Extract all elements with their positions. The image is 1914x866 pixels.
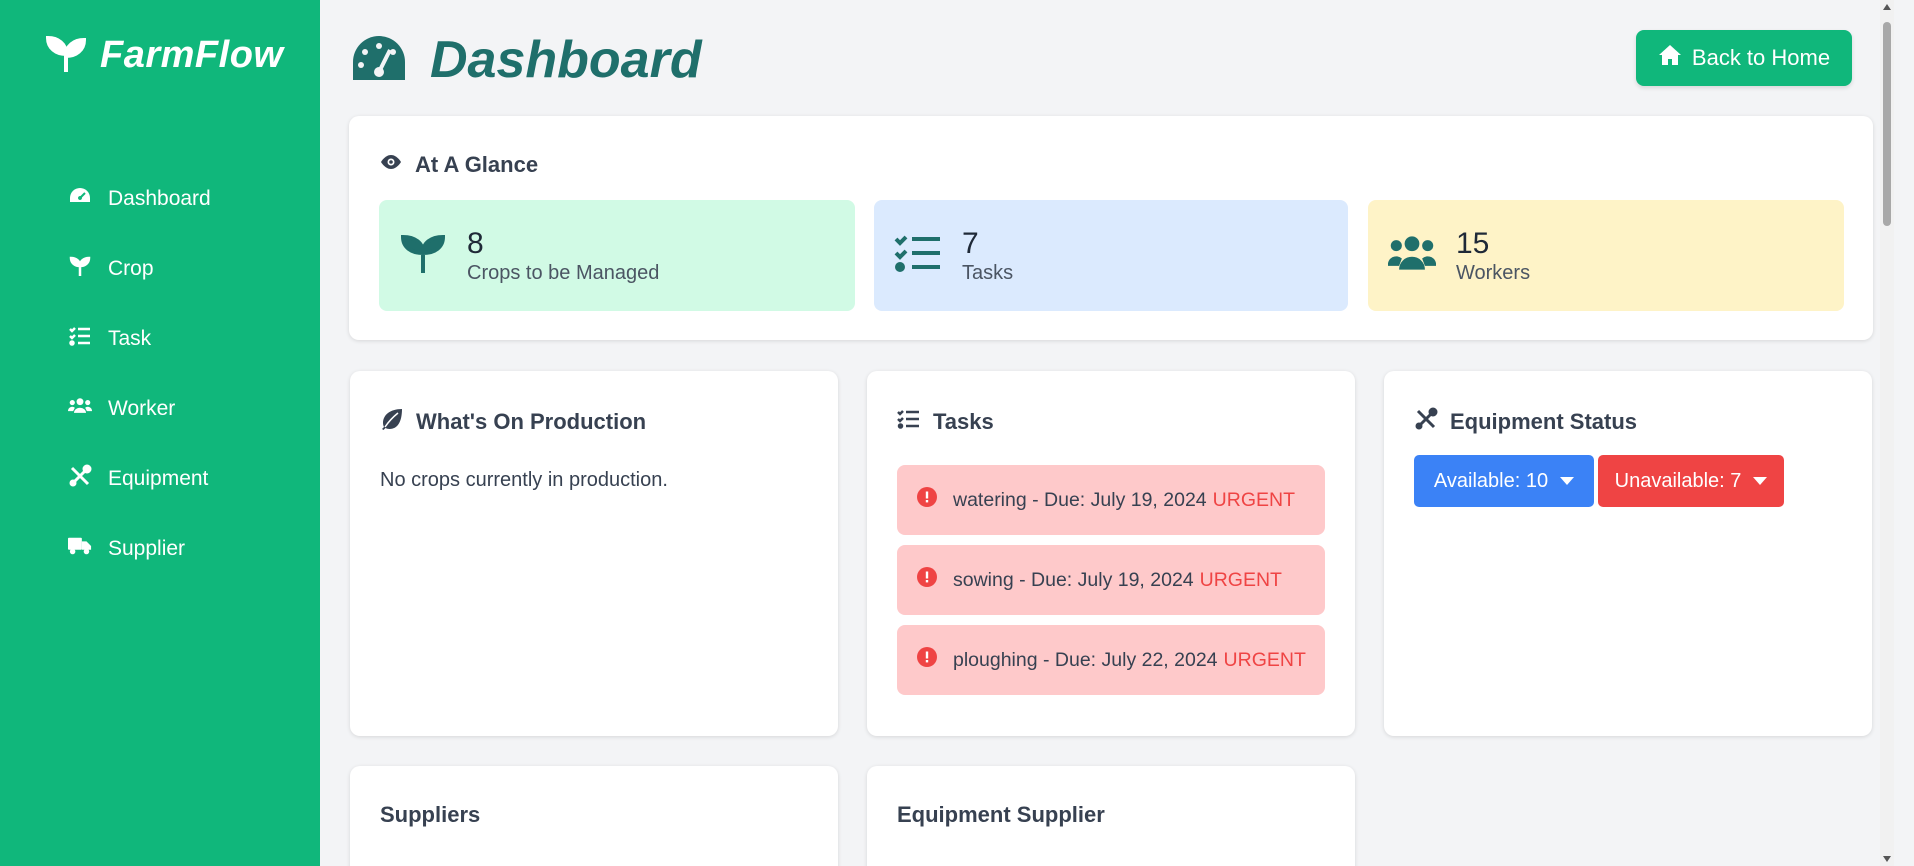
task-item[interactable]: watering - Due: July 19, 2024 URGENT	[897, 465, 1325, 535]
sidebar-item-dashboard[interactable]: Dashboard	[68, 164, 211, 234]
urgent-badge: URGENT	[1212, 488, 1295, 511]
at-a-glance-label: At A Glance	[415, 152, 539, 177]
available-label: Available: 10	[1433, 469, 1549, 492]
brand-name: FarmFlow	[100, 34, 284, 76]
users-icon	[1387, 229, 1456, 282]
list-check-icon	[897, 407, 921, 437]
production-title: What's On Production	[380, 407, 646, 437]
stat-value: 8	[467, 227, 484, 260]
back-to-home-label: Back to Home	[1691, 45, 1831, 70]
stat-value: 15	[1456, 227, 1490, 260]
seedling-icon	[399, 229, 467, 282]
tools-icon	[1414, 407, 1438, 437]
tasks-card: Tasks watering - Due: July 19, 2024 URGE…	[867, 371, 1355, 736]
brand[interactable]: FarmFlow	[45, 34, 284, 77]
suppliers-title: Suppliers	[380, 802, 481, 827]
task-item[interactable]: ploughing - Due: July 22, 2024 URGENT	[897, 625, 1325, 695]
equipment-supplier-title: Equipment Supplier	[897, 802, 1105, 827]
main-content: Dashboard Back to Home At A Glance 8 Cro…	[320, 0, 1894, 866]
users-icon	[68, 394, 108, 424]
equipment-status-label: Equipment Status	[1450, 409, 1638, 434]
leaf-icon	[380, 407, 404, 437]
sidebar: FarmFlow Dashboard Crop Task Worker Equi…	[0, 0, 320, 866]
tasks-label: Tasks	[933, 409, 994, 434]
seedling-icon	[45, 34, 87, 77]
at-a-glance-title: At A Glance	[379, 150, 538, 180]
production-label: What's On Production	[416, 409, 647, 434]
tasks-title: Tasks	[897, 407, 994, 437]
sidebar-item-label: Dashboard	[108, 187, 211, 210]
home-icon	[1658, 43, 1682, 73]
equipment-status-title: Equipment Status	[1414, 407, 1637, 437]
task-text: ploughing - Due: July 22, 2024	[953, 648, 1218, 671]
task-text: sowing - Due: July 19, 2024	[953, 568, 1194, 591]
urgent-badge: URGENT	[1223, 648, 1306, 671]
sidebar-item-equipment[interactable]: Equipment	[68, 444, 211, 514]
stat-tasks[interactable]: 7 Tasks	[874, 200, 1348, 311]
page-title: Dashboard	[430, 31, 702, 89]
back-to-home-button[interactable]: Back to Home	[1636, 30, 1852, 86]
sidebar-item-label: Task	[108, 327, 152, 350]
sidebar-nav: Dashboard Crop Task Worker Equipment Sup…	[68, 164, 211, 584]
gauge-icon	[350, 32, 408, 89]
eye-icon	[379, 150, 403, 180]
truck-icon	[68, 534, 108, 564]
sidebar-item-label: Crop	[108, 257, 154, 280]
available-dropdown[interactable]: Available: 10	[1414, 455, 1594, 507]
alert-circle-icon	[917, 647, 953, 673]
stat-crops[interactable]: 8 Crops to be Managed	[379, 200, 855, 311]
sidebar-item-label: Equipment	[108, 467, 209, 490]
scroll-up-icon[interactable]	[1883, 4, 1891, 10]
stat-value: 7	[962, 227, 979, 260]
seedling-icon	[68, 254, 108, 284]
urgent-badge: URGENT	[1199, 568, 1282, 591]
scroll-thumb[interactable]	[1883, 22, 1891, 226]
sidebar-item-label: Worker	[108, 397, 176, 420]
alert-circle-icon	[917, 567, 953, 593]
sidebar-item-worker[interactable]: Worker	[68, 374, 211, 444]
list-check-icon	[894, 229, 962, 282]
list-check-icon	[68, 324, 108, 354]
task-text: watering - Due: July 19, 2024	[953, 488, 1207, 511]
scrollbar[interactable]	[1880, 0, 1894, 866]
production-empty-message: No crops currently in production.	[380, 469, 668, 491]
equipment-supplier-card: Equipment Supplier	[867, 766, 1355, 866]
suppliers-card: Suppliers	[350, 766, 838, 866]
sidebar-item-label: Supplier	[108, 537, 186, 560]
caret-down-icon	[1560, 477, 1575, 485]
sidebar-item-task[interactable]: Task	[68, 304, 211, 374]
stat-workers[interactable]: 15 Workers	[1368, 200, 1844, 311]
sidebar-item-crop[interactable]: Crop	[68, 234, 211, 304]
gauge-icon	[68, 184, 108, 214]
stat-label: Tasks	[962, 262, 1014, 284]
tools-icon	[68, 464, 108, 494]
alert-circle-icon	[917, 487, 953, 513]
stat-label: Workers	[1456, 262, 1531, 284]
caret-down-icon	[1753, 477, 1768, 485]
unavailable-label: Unavailable: 7	[1614, 469, 1742, 492]
production-card: What's On Production No crops currently …	[350, 371, 838, 736]
scroll-down-icon[interactable]	[1883, 856, 1891, 862]
equipment-status-card: Equipment Status Available: 10 Unavailab…	[1384, 371, 1872, 736]
sidebar-item-supplier[interactable]: Supplier	[68, 514, 211, 584]
stat-label: Crops to be Managed	[467, 262, 660, 284]
page-header: Dashboard	[350, 30, 702, 90]
task-item[interactable]: sowing - Due: July 19, 2024 URGENT	[897, 545, 1325, 615]
unavailable-dropdown[interactable]: Unavailable: 7	[1598, 455, 1784, 507]
